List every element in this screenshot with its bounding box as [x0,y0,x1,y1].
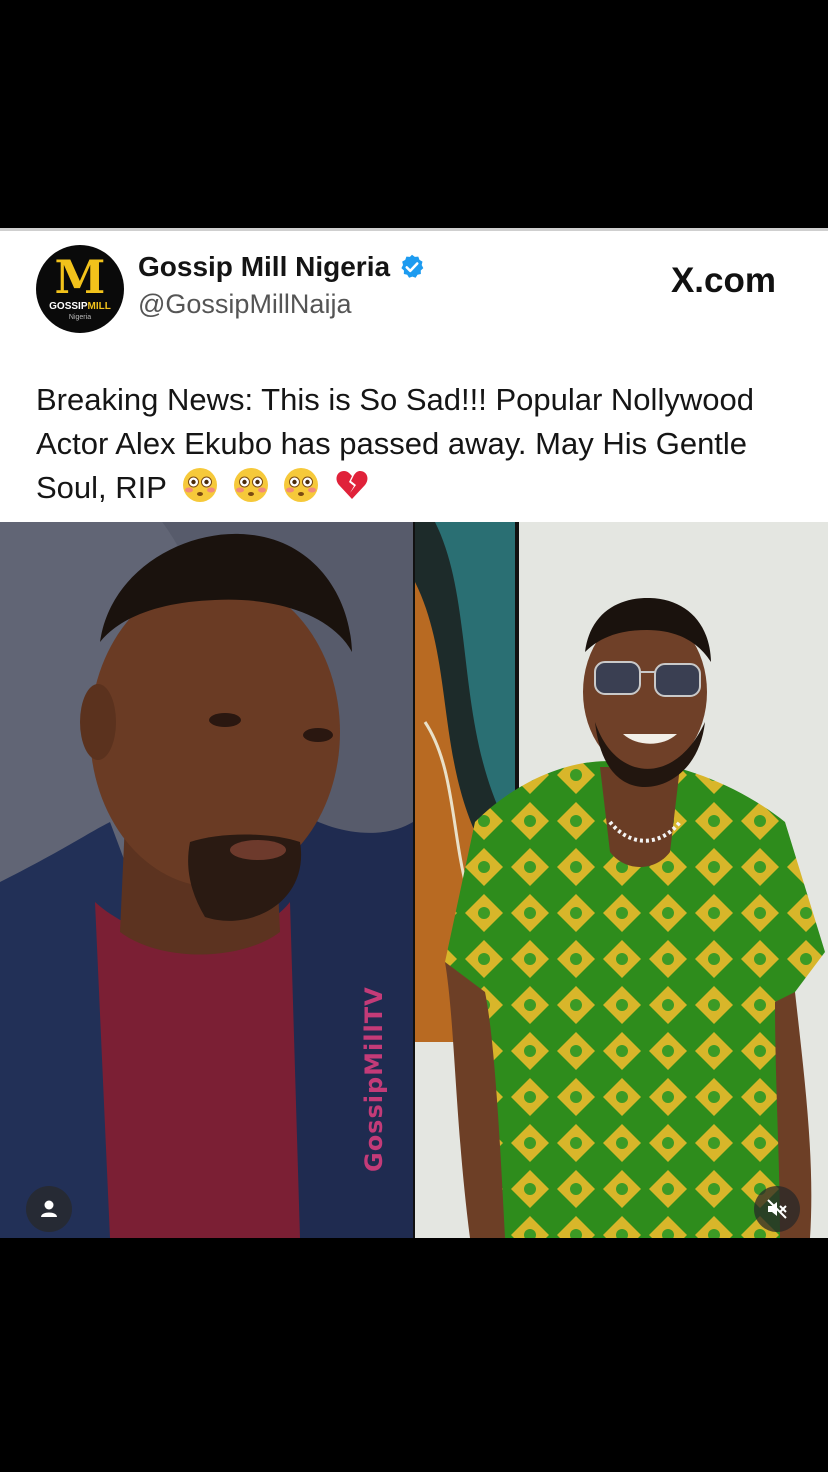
bottom-black-bar [0,1238,828,1472]
tweet-body: Breaking News: This is So Sad!!! Popular… [36,382,754,505]
user-icon [41,1200,57,1217]
broken-heart-emoji-icon [336,471,368,499]
account-name[interactable]: Gossip Mill Nigeria [138,251,390,283]
avatar-brand-prefix: GOSSIP [49,301,88,312]
avatar-brand-sub: Nigeria [68,314,92,321]
left-photo[interactable]: GossipMillTV [0,522,413,1238]
right-photo[interactable] [415,522,828,1238]
speaker-muted-icon [767,1199,787,1219]
flushed-face-emoji-icon [284,468,319,502]
account-name-row: Gossip Mill Nigeria [138,251,426,283]
avatar-brand: GOSSIPMILL [40,301,120,312]
verified-badge-icon [401,254,424,278]
watermark-text: GossipMillTV [360,986,388,1172]
tweet-card: M GOSSIPMILL Nigeria Gossip Mill Nigeria… [0,228,828,525]
man-in-green-shirt-image [415,522,828,1238]
man-in-navy-blazer-image [0,522,413,1238]
source-label: X.com [670,261,776,300]
tagged-user-button[interactable] [26,1186,72,1232]
tweet-text: Breaking News: This is So Sad!!! Popular… [36,378,806,516]
account-handle[interactable]: @GossipMillNaija [138,289,351,320]
media-gallery[interactable]: GossipMillTV [0,522,828,1238]
flushed-face-emoji-icon [183,468,218,502]
account-avatar[interactable]: M GOSSIPMILL Nigeria [36,245,124,333]
avatar-brand-suffix: MILL [87,301,111,312]
mute-toggle-button[interactable] [754,1186,800,1232]
top-black-bar [0,0,828,228]
avatar-logo-letter: M [54,250,106,304]
emoji-row [181,466,375,516]
flushed-face-emoji-icon [233,468,268,502]
